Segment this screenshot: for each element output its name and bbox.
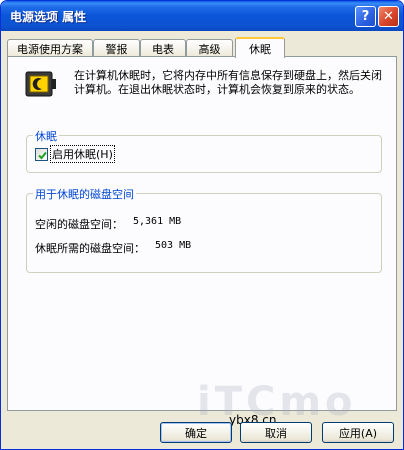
tab-power-schemes[interactable]: 电源使用方案 <box>7 39 93 57</box>
ok-button[interactable]: 确定 <box>160 422 232 443</box>
help-icon: ? <box>361 9 370 24</box>
tab-hibernate[interactable]: 休眠 <box>235 37 285 58</box>
hibernate-groupbox: 休眠 启用休眠(H) <box>26 128 382 173</box>
hibernate-group-title: 休眠 <box>33 128 59 144</box>
checkmark-icon <box>38 151 47 159</box>
tab-label: 电源使用方案 <box>17 42 83 56</box>
close-icon: ✕ <box>383 9 394 24</box>
disk-space-group-title: 用于休眠的磁盘空间 <box>33 186 136 202</box>
tab-label: 高级 <box>198 42 221 56</box>
tab-power-meter[interactable]: 电表 <box>140 39 186 57</box>
enable-hibernate-checkbox[interactable] <box>35 147 48 161</box>
tab-label: 休眠 <box>249 42 271 56</box>
required-disk-space-value: 503 MB <box>155 240 192 251</box>
tab-advanced[interactable]: 高级 <box>186 39 233 57</box>
watermark-logo: iTCmo <box>197 379 357 425</box>
window-title: 电源选项 属性 <box>10 10 87 24</box>
cancel-button[interactable]: 取消 <box>240 422 312 443</box>
free-disk-space-value: 5,361 MB <box>133 216 182 227</box>
tab-label: 电表 <box>152 42 174 56</box>
properties-window: 电源选项 属性 ? ✕ 电源使用方案 警报 电表 高级 休眠 在计算机休眠时，它… <box>0 0 404 450</box>
title-bar[interactable]: 电源选项 属性 ? ✕ <box>1 1 403 31</box>
required-disk-space-label: 休眠所需的磁盘空间： <box>35 242 145 255</box>
apply-button[interactable]: 应用(A) <box>322 422 394 443</box>
hibernate-battery-icon <box>24 69 58 99</box>
required-disk-space-row: 休眠所需的磁盘空间： 503 MB <box>35 240 191 256</box>
disk-space-groupbox: 用于休眠的磁盘空间 空闲的磁盘空间： 5,361 MB 休眠所需的磁盘空间： 5… <box>26 186 382 273</box>
free-disk-space-label: 空闲的磁盘空间： <box>35 218 123 231</box>
free-disk-space-row: 空闲的磁盘空间： 5,361 MB <box>35 216 181 232</box>
tab-label: 警报 <box>105 42 128 56</box>
hibernate-description: 在计算机休眠时，它将内存中所有信息保存到硬盘上，然后关闭计算机。在退出休眠状态时… <box>74 69 382 96</box>
tab-strip: 电源使用方案 警报 电表 高级 休眠 <box>7 37 397 58</box>
help-button[interactable]: ? <box>355 6 376 27</box>
tab-panel-hibernate: 在计算机休眠时，它将内存中所有信息保存到硬盘上，然后关闭计算机。在退出休眠状态时… <box>7 56 397 411</box>
tab-alarms[interactable]: 警报 <box>93 39 140 57</box>
close-button[interactable]: ✕ <box>378 6 399 27</box>
enable-hibernate-checkbox-row[interactable]: 启用休眠(H) <box>35 145 115 163</box>
enable-hibernate-label[interactable]: 启用休眠(H) <box>50 145 115 163</box>
